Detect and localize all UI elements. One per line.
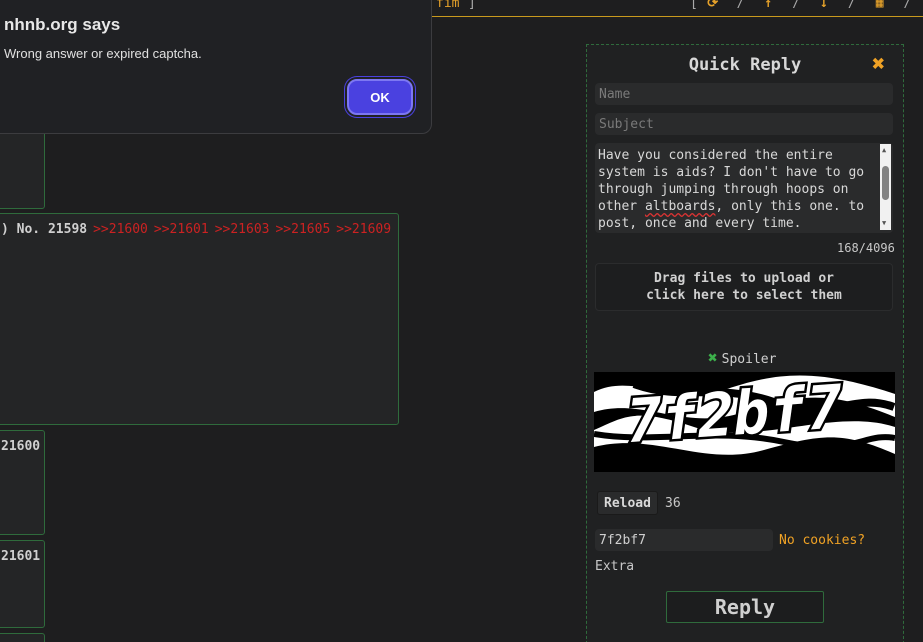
close-icon[interactable]: ✖ [872,54,885,76]
no-cookies-link[interactable]: No cookies? [779,533,865,548]
post-header: ) No. 21598 >>21600 >>21601 >>21603 >>21605 >… [1,222,391,237]
reply-link[interactable]: >>21601 [154,222,209,237]
quick-reply-panel: Quick Reply ✖ Have you considered the en… [586,44,904,642]
spoiler-toggle[interactable]: ✖ Spoiler [708,348,776,367]
nav-open-bracket: [ [690,0,698,11]
grid-icon[interactable]: ▦ [873,0,887,11]
checkbox-x-icon[interactable]: ✖ [708,348,718,367]
reply-link[interactable]: >>21605 [275,222,330,237]
spoiler-label: Spoiler [721,352,777,367]
dropzone-line: click here to select them [646,288,842,303]
post-21598: ) No. 21598 >>21600 >>21601 >>21603 >>21605 >… [0,213,399,425]
scroll-up-icon[interactable]: ▲ [882,146,886,154]
title-bracket: ] [468,0,476,11]
post-next [0,633,45,642]
reply-link[interactable]: >>21609 [336,222,391,237]
captcha-input[interactable] [595,529,773,551]
post-number[interactable]: 21600 [1,439,40,454]
arrow-up-icon[interactable]: ↑ [761,0,775,11]
misspelled-word: altboards [644,199,716,214]
char-counter: 168/4096 [837,241,895,255]
post-21600: 21600 [0,430,45,535]
post-number[interactable]: ) No. 21598 [1,222,87,237]
board-title-fragment[interactable]: fim [436,0,459,11]
scrollbar-thumb[interactable] [882,166,889,200]
message-text: Have you considered the entire system is… [598,148,865,231]
extra-toggle[interactable]: Extra [595,559,634,574]
arrow-down-icon[interactable]: ↓ [817,0,831,11]
captcha-image: 7f2bf7 [594,372,895,472]
post-number[interactable]: 21601 [1,549,40,564]
dialog-message: Wrong answer or expired captcha. [4,46,202,61]
reply-link[interactable]: >>21603 [215,222,270,237]
reload-captcha-button[interactable]: Reload [597,491,658,515]
subject-input[interactable] [595,113,893,135]
message-textarea[interactable]: Have you considered the entire system is… [595,143,893,233]
nav-separator: / [903,0,912,11]
reply-button[interactable]: Reply [666,591,824,623]
captcha-distorted-text: 7f2bf7 [594,372,895,472]
nav-links: [ ⟳ / ↑ / ↓ / ▦ / ☰ ] [690,0,923,11]
reply-link[interactable]: >>21600 [93,222,148,237]
nav-separator: / [847,0,856,11]
refresh-icon[interactable]: ⟳ [706,0,720,11]
alert-dialog: nhnb.org says Wrong answer or expired ca… [0,0,432,134]
captcha-timer: 36 [665,496,681,511]
ok-button[interactable]: OK [347,79,413,115]
post-21601: 21601 [0,540,45,628]
name-input[interactable] [595,83,893,105]
quick-reply-title[interactable]: Quick Reply [587,55,903,75]
dialog-site-title: nhnb.org says [4,15,121,34]
textarea-scrollbar[interactable]: ▲ ▼ [880,144,891,230]
nav-separator: / [792,0,801,11]
nav-separator: / [736,0,745,11]
dropzone-line: Drag files to upload or [653,271,834,286]
file-dropzone[interactable]: Drag files to upload or click here to se… [595,263,893,311]
scroll-down-icon[interactable]: ▼ [882,219,886,227]
